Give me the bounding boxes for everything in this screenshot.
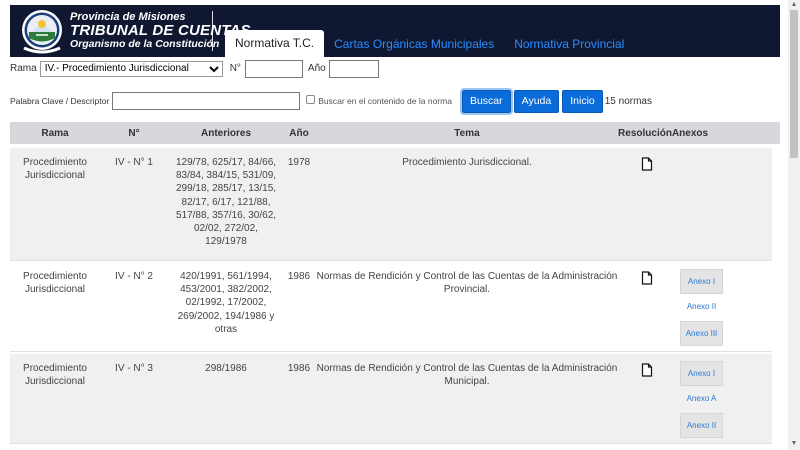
row-anteriores: 129/78, 625/17, 84/66, 83/84, 384/15, 531… <box>175 157 277 248</box>
row-tema: Procedimiento Jurisdiccional. <box>402 157 532 168</box>
anexo-link[interactable]: Anexo II <box>680 295 723 320</box>
row-anteriores: 298/1986 <box>205 363 247 374</box>
row-numero: IV - N° 2 <box>115 271 153 282</box>
brand-text: Provincia de Misiones TRIBUNAL DE CUENTA… <box>70 11 251 50</box>
anexo-link[interactable]: Anexo II <box>680 413 723 438</box>
col-rama: Rama <box>41 127 69 139</box>
col-ano: Año <box>289 127 309 139</box>
tab-normativa-tc[interactable]: Normativa T.C. <box>225 30 325 57</box>
document-icon[interactable] <box>641 363 653 377</box>
scrollbar-thumb[interactable] <box>790 10 798 158</box>
brand-line-title: TRIBUNAL DE CUENTAS <box>70 22 251 39</box>
row-anteriores: 420/1991, 561/1994, 453/2001, 382/2002, 02… <box>177 271 275 335</box>
rama-label: Rama <box>10 63 37 74</box>
header-divider <box>212 11 213 51</box>
page-scrollbar[interactable]: ▲ ▼ <box>788 0 800 450</box>
anexo-link[interactable]: Anexo A <box>680 387 723 412</box>
main-nav: Normativa T.C. Cartas Orgánicas Municipa… <box>225 28 634 57</box>
col-tema: Tema <box>454 127 480 139</box>
row-ano: 1986 <box>287 271 311 282</box>
numero-input[interactable] <box>244 59 303 78</box>
col-resolucion: Resolución <box>618 127 672 139</box>
scroll-up-icon[interactable]: ▲ <box>790 1 798 9</box>
row-tema: Normas de Rendición y Control de las Cue… <box>316 363 618 388</box>
content-search-label: Buscar en el contenido de la norma <box>318 96 452 106</box>
col-anexos: Anexos <box>671 127 709 139</box>
ano-input[interactable] <box>328 59 379 78</box>
content-search-checkbox[interactable] <box>306 94 316 104</box>
coat-of-arms-icon <box>22 10 62 54</box>
row-tema: Normas de Rendición y Control de las Cue… <box>316 271 618 296</box>
row-rama: Procedimiento Jurisdiccional <box>23 363 87 388</box>
anexo-link[interactable]: Anexo I <box>680 269 723 294</box>
row-rama: Procedimiento Jurisdiccional <box>23 157 87 182</box>
table-header: Rama N° Anteriores Año Tema Resolución A… <box>10 122 780 144</box>
anexo-link[interactable]: Anexo III <box>680 321 723 346</box>
site-header: Provincia de Misiones TRIBUNAL DE CUENTA… <box>10 5 780 57</box>
ayuda-button[interactable]: Ayuda <box>513 89 560 113</box>
filter-row-keyword: Palabra Clave / Descriptor Buscar en el … <box>10 87 652 115</box>
col-numero: N° <box>128 127 140 139</box>
row-numero: IV - N° 1 <box>115 157 153 168</box>
buscar-button[interactable]: Buscar <box>459 87 513 115</box>
keyword-input[interactable] <box>112 92 301 110</box>
row-ano: 1986 <box>287 363 311 374</box>
tab-cartas-organicas[interactable]: Cartas Orgánicas Municipales <box>324 31 504 57</box>
inicio-button[interactable]: Inicio <box>562 89 603 113</box>
document-icon[interactable] <box>641 157 653 171</box>
brand-line-subtitle: Organismo de la Constitución <box>70 38 220 50</box>
numero-label: N° <box>229 63 241 74</box>
col-anteriores: Anteriores <box>200 127 251 139</box>
keyword-label: Palabra Clave / Descriptor <box>10 96 110 106</box>
filter-row-main: Rama IV.- Procedimiento Jurisdiccional N… <box>10 59 379 78</box>
scroll-down-icon[interactable]: ▼ <box>790 440 798 448</box>
anexo-link[interactable]: Anexo I <box>680 361 723 386</box>
row-rama: Procedimiento Jurisdiccional <box>23 271 87 296</box>
table-row: Procedimiento Jurisdiccional IV - N° 3 29… <box>10 354 772 444</box>
row-ano: 1978 <box>287 157 311 168</box>
ano-label: Año <box>307 63 326 74</box>
document-icon[interactable] <box>641 271 653 285</box>
table-row: Procedimiento Jurisdiccional IV - N° 1 12… <box>10 148 772 261</box>
table-row: Procedimiento Jurisdiccional IV - N° 2 42… <box>10 262 772 352</box>
row-numero: IV - N° 3 <box>115 363 153 374</box>
tab-normativa-provincial[interactable]: Normativa Provincial <box>504 31 634 57</box>
rama-select[interactable]: IV.- Procedimiento Jurisdiccional <box>39 60 223 77</box>
result-count: 15 normas <box>604 95 652 107</box>
